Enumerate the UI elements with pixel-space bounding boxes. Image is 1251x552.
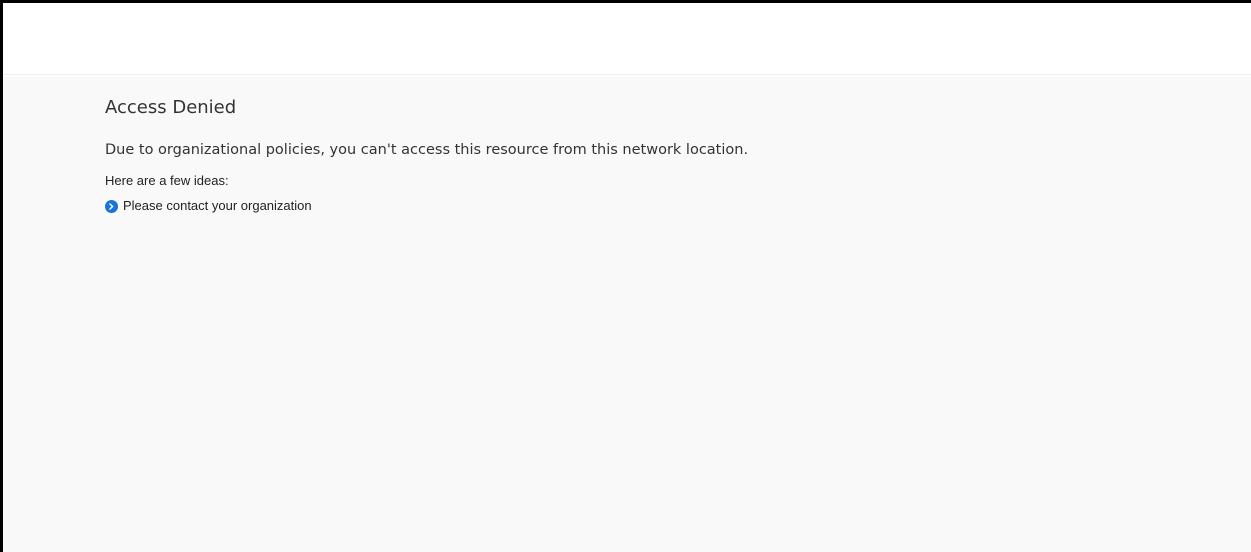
content-area: Access Denied Due to organizational poli… [3,77,1251,552]
error-message: Due to organizational policies, you can'… [105,142,749,158]
page-title: Access Denied [105,97,237,118]
chevron-right-circle-icon [105,199,118,213]
idea-item-label: Please contact your organization [123,198,312,213]
browser-page: Access Denied Due to organizational poli… [0,0,1251,552]
error-panel: Access Denied Due to organizational poli… [105,96,748,215]
ideas-label: Here are a few ideas: [105,173,229,188]
idea-item-contact-organization: Please contact your organization [105,197,748,215]
header-bar [3,3,1251,75]
